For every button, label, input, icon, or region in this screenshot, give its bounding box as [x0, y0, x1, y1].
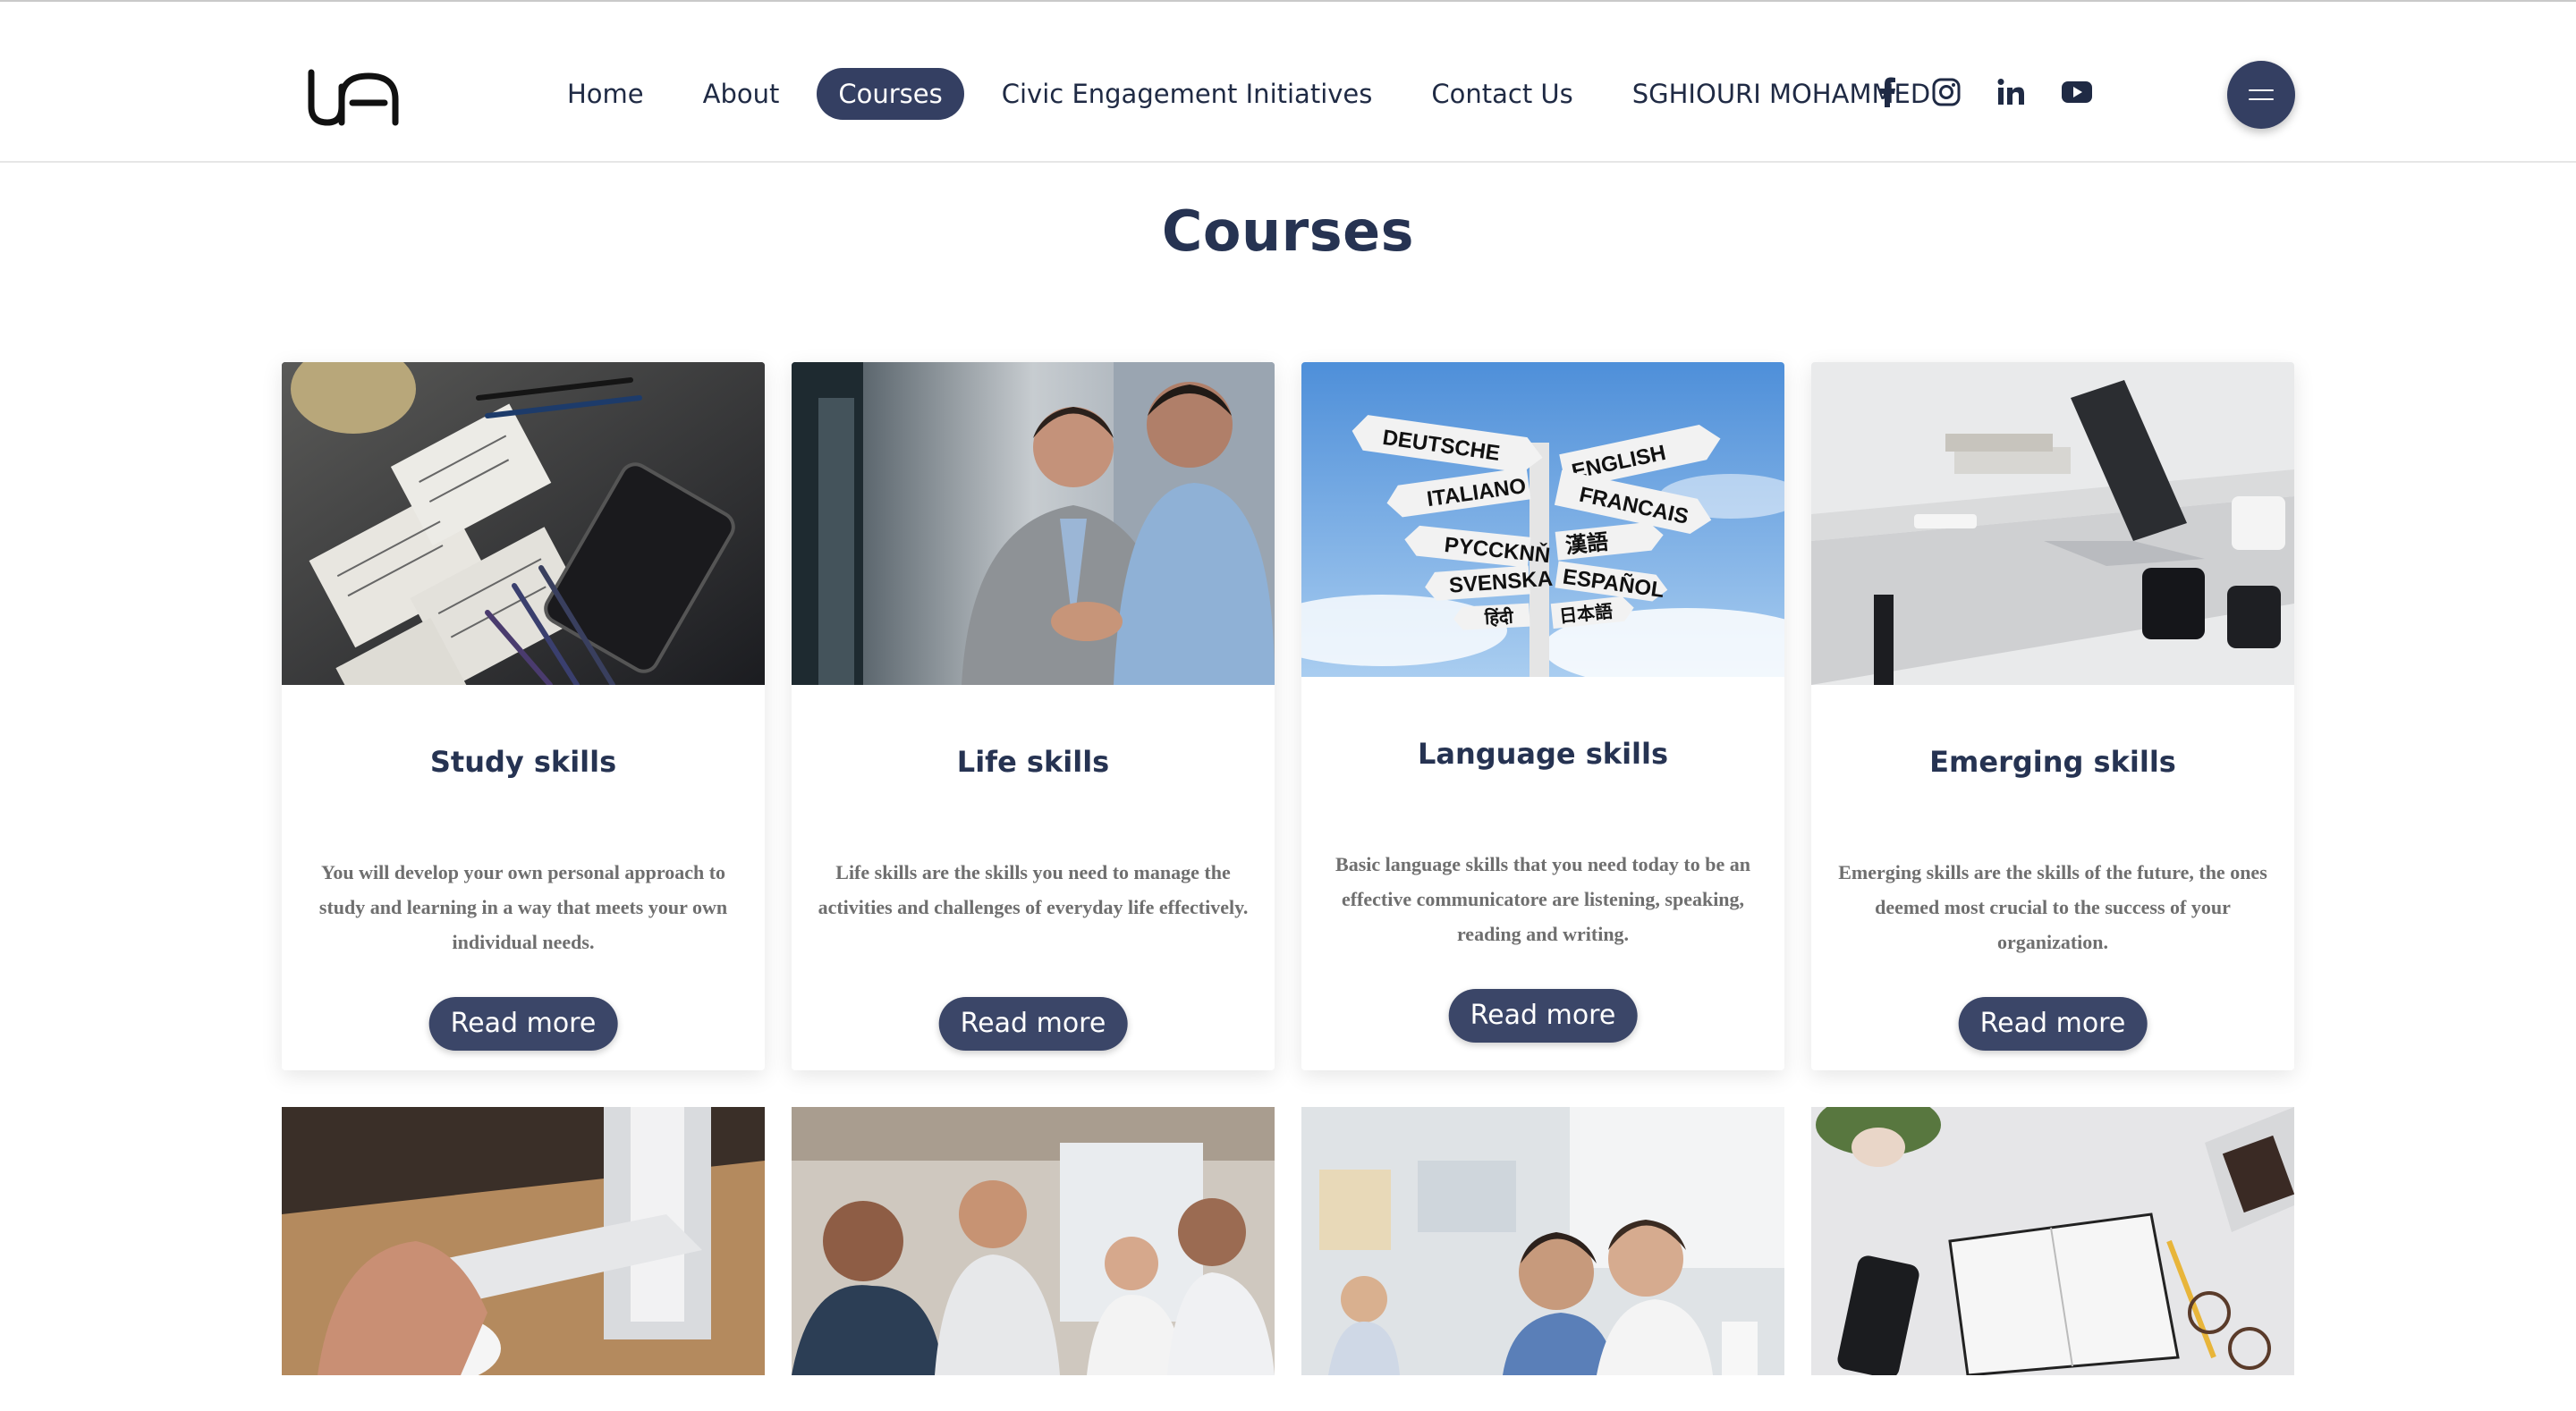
desk-notes-image	[282, 362, 765, 685]
sign-chinese: 漢語	[1564, 529, 1610, 559]
course-title: Emerging skills	[1929, 745, 2176, 779]
page-title: Courses	[1161, 198, 1415, 264]
read-more-button[interactable]: Read more	[1958, 997, 2148, 1051]
nav-home[interactable]: Home	[546, 68, 665, 120]
course-description: Life skills are the skills you need to m…	[818, 861, 1249, 918]
hamburger-icon	[2249, 89, 2274, 91]
course-title: Life skills	[956, 745, 1110, 779]
course-image	[1811, 362, 2294, 685]
facebook-icon[interactable]	[1878, 77, 1896, 107]
course-image	[792, 362, 1275, 685]
nav-courses[interactable]: Courses	[817, 68, 964, 120]
classroom-image	[1301, 1107, 1784, 1375]
nav-contact-us[interactable]: Contact Us	[1410, 68, 1594, 120]
social-links	[1878, 72, 2093, 113]
course-card-emerging-skills: Emerging skills Emerging skills are the …	[1811, 362, 2294, 1070]
course-image	[282, 362, 765, 685]
nav-about[interactable]: About	[682, 68, 801, 120]
linkedin-icon[interactable]	[1996, 78, 2025, 106]
notebook-desk-image	[1811, 1107, 2294, 1375]
sign-hindi: हिंदी	[1483, 606, 1514, 629]
language-signpost-image: DEUTSCHE ENGLISH ITALIANO FRANCAIS PYCCK…	[1301, 362, 1784, 677]
hand-on-mouse-image	[282, 1107, 765, 1375]
course-card-language-skills: DEUTSCHE ENGLISH ITALIANO FRANCAIS PYCCK…	[1301, 362, 1784, 1070]
site-header: Home About Courses Civic Engagement Init…	[0, 2, 2576, 163]
youtube-icon[interactable]	[2061, 80, 2093, 105]
course-title: Language skills	[1417, 737, 1669, 771]
course-description: Basic language skills that you need toda…	[1335, 853, 1750, 945]
site-logo[interactable]	[306, 67, 401, 128]
hamburger-icon-line	[2249, 98, 2274, 100]
handshake-image	[792, 362, 1275, 685]
read-more-button[interactable]: Read more	[1448, 989, 1638, 1043]
course-description: Emerging skills are the skills of the fu…	[1838, 861, 2267, 953]
logo-mark-icon	[308, 69, 399, 126]
nav-civic-engagement[interactable]: Civic Engagement Initiatives	[980, 68, 1394, 120]
laptop-desk-image	[1811, 362, 2294, 685]
course-card-life-skills: Life skills Life skills are the skills y…	[792, 362, 1275, 1070]
course-card-image-mouse[interactable]	[282, 1107, 765, 1375]
read-more-button[interactable]: Read more	[938, 997, 1128, 1051]
read-more-button[interactable]: Read more	[428, 997, 618, 1051]
course-description: You will develop your own personal appro…	[318, 861, 728, 953]
course-title: Study skills	[429, 745, 617, 779]
main-nav: Home About Courses Civic Engagement Init…	[546, 66, 1952, 122]
course-card-image-meeting[interactable]	[792, 1107, 1275, 1375]
course-card-image-notebook[interactable]	[1811, 1107, 2294, 1375]
instagram-icon[interactable]	[1932, 78, 1961, 106]
course-card-study-skills: Study skills You will develop your own p…	[282, 362, 765, 1070]
team-meeting-image	[792, 1107, 1275, 1375]
course-card-image-classroom[interactable]	[1301, 1107, 1784, 1375]
hamburger-menu-button[interactable]	[2227, 61, 2295, 129]
course-image: DEUTSCHE ENGLISH ITALIANO FRANCAIS PYCCK…	[1301, 362, 1784, 677]
